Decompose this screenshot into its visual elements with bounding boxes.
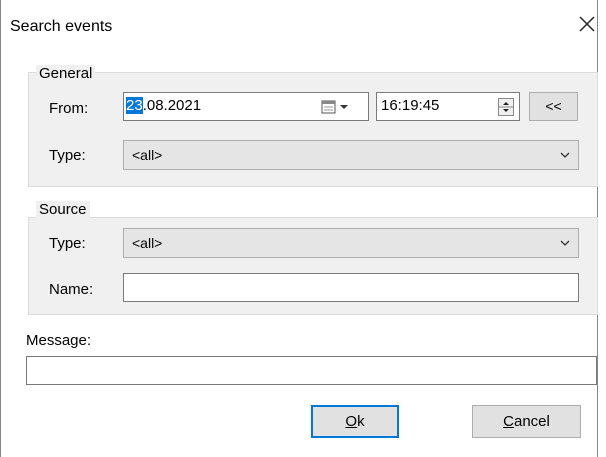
- source-legend: Source: [36, 201, 90, 218]
- source-name-label: Name:: [49, 281, 94, 298]
- source-type-select[interactable]: <all>: [123, 228, 579, 258]
- calendar-dropdown-icon[interactable]: [321, 100, 351, 114]
- chevron-down-icon: [560, 152, 570, 158]
- source-type-label: Type:: [49, 235, 86, 252]
- general-type-label: Type:: [49, 147, 86, 164]
- cancel-button[interactable]: Cancel: [472, 405, 581, 438]
- general-type-value: <all>: [132, 147, 163, 163]
- spin-up-down-icon[interactable]: [498, 98, 514, 116]
- chevron-down-icon: [560, 240, 570, 246]
- ok-rest: k: [357, 413, 365, 430]
- general-type-select[interactable]: <all>: [123, 140, 579, 170]
- date-rest: .08.2021: [142, 97, 202, 114]
- message-input[interactable]: [26, 356, 597, 385]
- window-title: Search events: [10, 18, 113, 35]
- ok-button[interactable]: Ok: [311, 405, 399, 438]
- window-border-left: [0, 0, 1, 457]
- reset-time-button[interactable]: <<: [529, 92, 578, 121]
- general-legend: General: [36, 65, 96, 82]
- message-label: Message:: [26, 332, 92, 349]
- source-type-value: <all>: [132, 235, 163, 251]
- cancel-rest: ancel: [513, 413, 550, 430]
- from-date-picker[interactable]: 23.08.2021: [123, 92, 369, 121]
- ok-mnemonic: O: [345, 413, 358, 430]
- cancel-mnemonic: C: [503, 413, 514, 430]
- close-icon[interactable]: [575, 12, 599, 36]
- time-value: 16:19:45: [381, 97, 440, 114]
- source-name-input[interactable]: [123, 273, 579, 302]
- from-label: From:: [49, 100, 89, 117]
- from-time-spinner[interactable]: 16:19:45: [376, 92, 520, 121]
- date-day-selected: 23: [126, 97, 143, 114]
